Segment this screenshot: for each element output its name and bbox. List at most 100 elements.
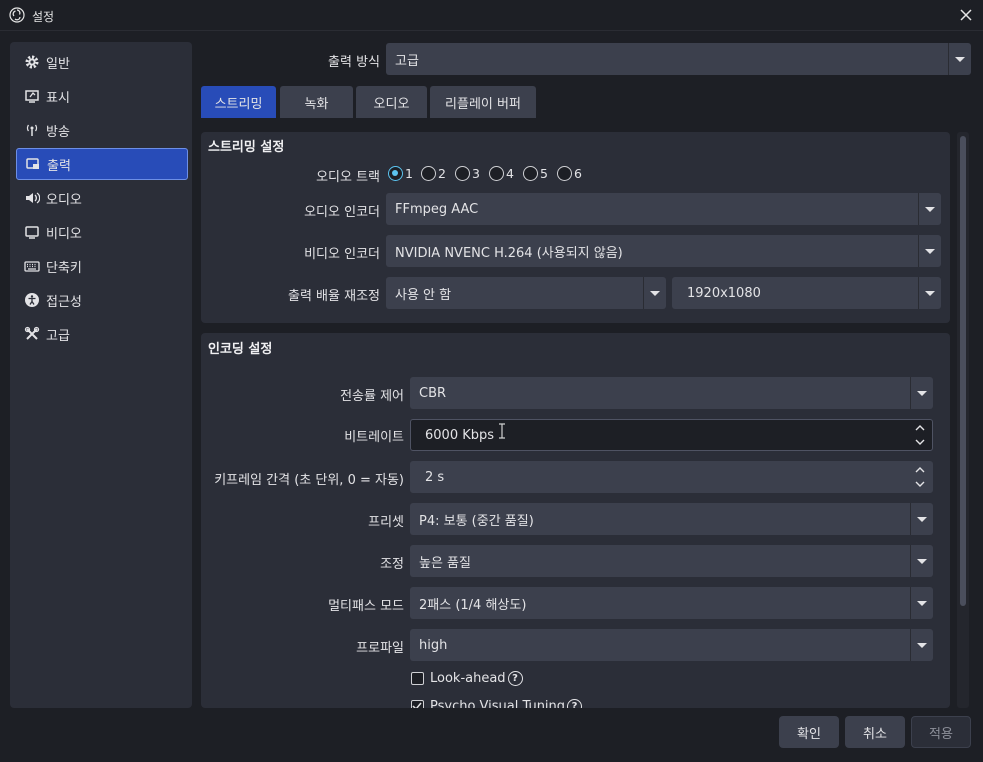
sidebar-item-stream[interactable]: 방송 <box>16 114 188 146</box>
tab-recording[interactable]: 녹화 <box>280 86 353 118</box>
audio-track-radio-1[interactable]: 1 <box>388 166 413 181</box>
checkbox-box <box>411 700 424 708</box>
bitrate-value: 6000 Kbps <box>425 427 495 443</box>
chevron-up-icon[interactable] <box>914 464 926 476</box>
preset-label: 프리셋 <box>368 515 404 530</box>
sidebar-item-display[interactable]: 표시 <box>16 80 188 112</box>
preset-combo[interactable]: P4: 보통 (중간 품질) <box>410 503 933 535</box>
button-label: 적용 <box>929 726 953 742</box>
multipass-combo[interactable]: 2패스 (1/4 해상도) <box>410 587 933 619</box>
chevron-up-icon[interactable] <box>914 422 926 434</box>
obs-logo-icon <box>9 7 25 23</box>
chevron-down-icon[interactable] <box>914 436 926 448</box>
sidebar-item-label: 비디오 <box>46 226 82 242</box>
sidebar-item-label: 오디오 <box>46 192 82 208</box>
speaker-icon <box>24 190 40 206</box>
tools-icon <box>24 326 40 342</box>
audio-encoder-value: FFmpeg AAC <box>395 201 479 217</box>
psycho-visual-label: Psycho Visual Tuning <box>430 699 566 708</box>
scrollbar-thumb[interactable] <box>960 136 966 606</box>
audio-track-radio-6[interactable]: 6 <box>557 166 582 181</box>
tuning-label: 조정 <box>380 557 404 572</box>
text-cursor-icon <box>499 423 505 439</box>
rescale-resolution-value: 1920x1080 <box>687 285 761 301</box>
chevron-down-icon <box>910 503 933 535</box>
checkmark-icon <box>412 702 422 708</box>
bitrate-label: 비트레이트 <box>344 430 404 445</box>
output-icon <box>25 156 41 172</box>
output-mode-combo[interactable]: 고급 <box>386 43 971 75</box>
sidebar-item-video[interactable]: 비디오 <box>16 216 188 248</box>
radio-label: 3 <box>472 166 480 181</box>
settings-scrollbar[interactable] <box>957 132 969 708</box>
audio-track-radio-3[interactable]: 3 <box>455 166 480 181</box>
sidebar-item-label: 출력 <box>47 158 71 174</box>
audio-track-radio-5[interactable]: 5 <box>523 166 548 181</box>
keyframe-value: 2 s <box>425 469 445 485</box>
sidebar-item-advanced[interactable]: 고급 <box>16 318 188 350</box>
sidebar-item-audio[interactable]: 오디오 <box>16 182 188 214</box>
window-title: 설정 <box>32 10 55 24</box>
psycho-visual-checkbox[interactable]: Psycho Visual Tuning ? <box>411 699 583 708</box>
chevron-down-icon <box>918 193 941 225</box>
rescale-resolution-combo[interactable]: 1920x1080 <box>672 277 941 309</box>
tuning-value: 높은 품질 <box>419 555 471 571</box>
sidebar-item-accessibility[interactable]: 접근성 <box>16 284 188 316</box>
keyframe-label: 키프레임 간격 (초 단위, 0 = 자동) <box>214 473 404 488</box>
audio-track-radio-2[interactable]: 2 <box>421 166 446 181</box>
radio-label: 1 <box>405 166 413 181</box>
sidebar-item-label: 일반 <box>46 56 70 72</box>
chevron-down-icon <box>910 377 933 409</box>
chevron-down-icon[interactable] <box>914 478 926 490</box>
radio-label: 6 <box>574 166 582 181</box>
profile-combo[interactable]: high <box>410 629 933 661</box>
keyframe-spinbox[interactable]: 2 s <box>410 461 933 493</box>
radio-label: 4 <box>506 166 514 181</box>
display-icon <box>24 88 40 104</box>
tuning-combo[interactable]: 높은 품질 <box>410 545 933 577</box>
radio-label: 5 <box>540 166 548 181</box>
spin-buttons <box>909 462 932 492</box>
video-encoder-combo[interactable]: NVIDIA NVENC H.264 (사용되지 않음) <box>386 235 941 267</box>
clipped-row: Psycho Visual Tuning ? <box>405 695 945 708</box>
chevron-down-icon <box>918 235 941 267</box>
tab-streaming[interactable]: 스트리밍 <box>201 86 276 118</box>
chevron-down-icon <box>948 43 971 75</box>
profile-label: 프로파일 <box>356 641 404 656</box>
lookahead-label: Look-ahead <box>430 671 506 686</box>
bitrate-spinbox[interactable]: 6000 Kbps <box>410 419 933 451</box>
audio-track-label: 오디오 트랙 <box>316 170 380 185</box>
tab-label: 스트리밍 <box>214 96 263 112</box>
lookahead-checkbox[interactable]: Look-ahead ? <box>411 671 523 686</box>
output-mode-label: 출력 방식 <box>328 55 380 70</box>
audio-encoder-combo[interactable]: FFmpeg AAC <box>386 193 941 225</box>
ok-button[interactable]: 확인 <box>779 716 839 748</box>
sidebar-item-label: 접근성 <box>46 294 82 310</box>
cancel-button[interactable]: 취소 <box>845 716 905 748</box>
rescale-combo[interactable]: 사용 안 함 <box>386 277 666 309</box>
tab-audio[interactable]: 오디오 <box>356 86 427 118</box>
group-title: 스트리밍 설정 <box>208 140 285 155</box>
chevron-down-icon <box>643 277 666 309</box>
help-icon[interactable]: ? <box>567 699 583 708</box>
rate-control-label: 전송률 제어 <box>340 389 404 404</box>
radio-label: 2 <box>438 166 446 181</box>
close-icon[interactable] <box>958 7 974 23</box>
multipass-label: 멀티패스 모드 <box>328 599 404 614</box>
help-icon[interactable]: ? <box>507 671 523 686</box>
spin-buttons <box>909 420 932 450</box>
rate-control-combo[interactable]: CBR <box>410 377 933 409</box>
sidebar-item-label: 고급 <box>46 328 70 344</box>
tab-replay-buffer[interactable]: 리플레이 버퍼 <box>430 86 536 118</box>
audio-track-radio-4[interactable]: 4 <box>489 166 514 181</box>
sidebar-item-hotkeys[interactable]: 단축키 <box>16 250 188 282</box>
apply-button[interactable]: 적용 <box>911 716 971 748</box>
sidebar-item-output[interactable]: 출력 <box>16 148 188 180</box>
broadcast-icon <box>24 122 40 138</box>
video-encoder-label: 비디오 인코더 <box>304 247 380 262</box>
gear-icon <box>24 54 40 70</box>
tab-label: 녹화 <box>304 96 329 112</box>
sidebar-item-label: 표시 <box>46 90 70 106</box>
checkbox-box <box>411 672 424 685</box>
sidebar-item-general[interactable]: 일반 <box>16 46 188 78</box>
